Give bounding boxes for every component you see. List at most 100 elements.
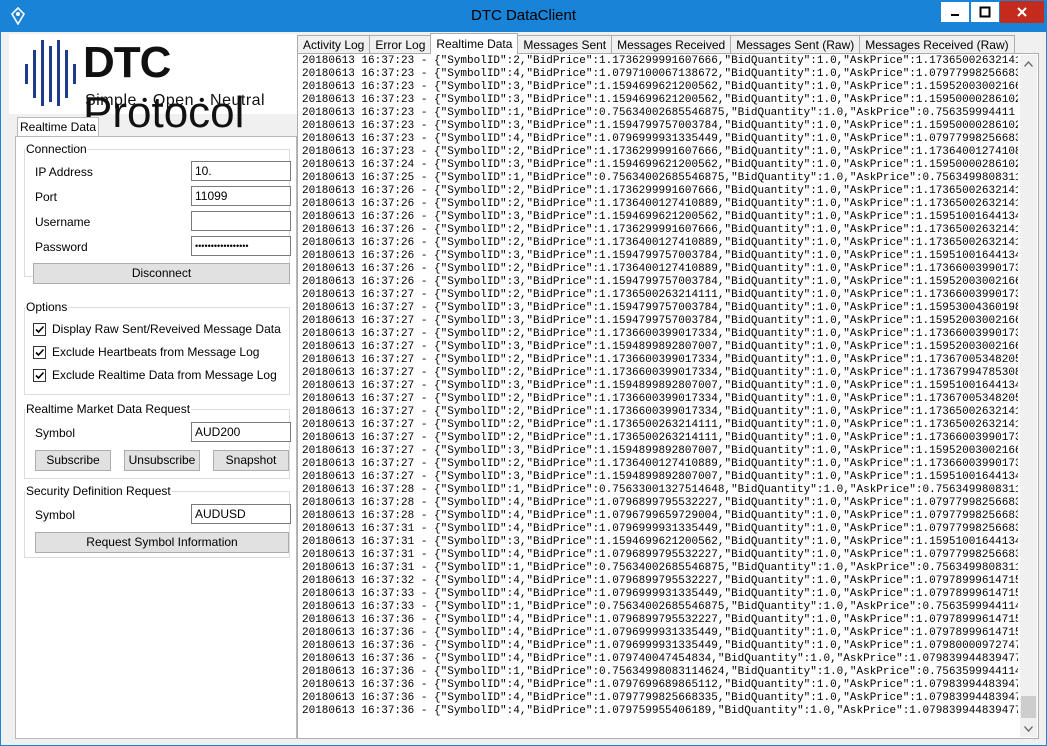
scroll-down-icon[interactable] bbox=[1020, 720, 1037, 737]
log-line: 20180613 16:37:27 - {"SymbolID":2,"BidPr… bbox=[302, 354, 1018, 366]
display-raw-checkbox[interactable] bbox=[33, 322, 46, 336]
log-line: 20180613 16:37:27 - {"SymbolID":3,"BidPr… bbox=[302, 445, 1018, 457]
window-title: DTC DataClient bbox=[470, 7, 577, 24]
username-field[interactable] bbox=[191, 211, 291, 231]
log-line: 20180613 16:37:23 - {"SymbolID":3,"BidPr… bbox=[302, 120, 1018, 132]
log-line: 20180613 16:37:36 - {"SymbolID":4,"BidPr… bbox=[302, 627, 1018, 639]
request-symbol-info-button[interactable]: Request Symbol Information bbox=[35, 532, 289, 553]
security-symbol-label: Symbol bbox=[35, 508, 76, 522]
log-line: 20180613 16:37:26 - {"SymbolID":2,"BidPr… bbox=[302, 263, 1018, 275]
log-line: 20180613 16:37:26 - {"SymbolID":2,"BidPr… bbox=[302, 237, 1018, 249]
log-line: 20180613 16:37:27 - {"SymbolID":2,"BidPr… bbox=[302, 289, 1018, 301]
tab-messages-sent-raw[interactable]: Messages Sent (Raw) bbox=[730, 35, 861, 54]
security-symbol-field[interactable]: AUDUSD bbox=[191, 504, 291, 524]
logo-title: DTC Protocol bbox=[83, 38, 297, 138]
tab-realtime-data-left[interactable]: Realtime Data bbox=[17, 117, 99, 137]
close-button[interactable] bbox=[1000, 1, 1044, 23]
log-line: 20180613 16:37:36 - {"SymbolID":4,"BidPr… bbox=[302, 614, 1018, 626]
tab-activity-log[interactable]: Activity Log bbox=[297, 35, 371, 54]
log-line: 20180613 16:37:27 - {"SymbolID":2,"BidPr… bbox=[302, 432, 1018, 444]
title-bar[interactable]: DTC DataClient bbox=[1, 1, 1046, 32]
log-line: 20180613 16:37:23 - {"SymbolID":3,"BidPr… bbox=[302, 94, 1018, 106]
log-line: 20180613 16:37:26 - {"SymbolID":2,"BidPr… bbox=[302, 198, 1018, 210]
log-line: 20180613 16:37:26 - {"SymbolID":3,"BidPr… bbox=[302, 211, 1018, 223]
realtime-data-panel: 20180613 16:37:23 - {"SymbolID":2,"BidPr… bbox=[297, 53, 1039, 739]
tab-error-log[interactable]: Error Log bbox=[369, 35, 432, 54]
security-def-group-title: Security Definition Request bbox=[25, 484, 172, 498]
exclude-heartbeats-checkbox[interactable] bbox=[33, 345, 46, 359]
checkmark-icon bbox=[35, 348, 45, 356]
subscribe-button[interactable]: Subscribe bbox=[35, 450, 111, 471]
log-line: 20180613 16:37:36 - {"SymbolID":4,"BidPr… bbox=[302, 640, 1018, 652]
log-line: 20180613 16:37:28 - {"SymbolID":4,"BidPr… bbox=[302, 510, 1018, 522]
market-symbol-label: Symbol bbox=[35, 426, 76, 440]
options-group: Options Display Raw Sent/Reveived Messag… bbox=[24, 300, 290, 395]
minimize-icon bbox=[951, 14, 959, 16]
username-label: Username bbox=[35, 215, 91, 229]
log-line: 20180613 16:37:26 - {"SymbolID":2,"BidPr… bbox=[302, 185, 1018, 197]
connection-group: Connection IP Address 10. Port 11099 Use… bbox=[24, 142, 291, 284]
maximize-button[interactable] bbox=[970, 1, 1000, 23]
scroll-up-icon[interactable] bbox=[1020, 55, 1037, 72]
exclude-realtime-checkbox[interactable] bbox=[33, 368, 46, 382]
port-field[interactable]: 11099 bbox=[191, 186, 291, 206]
dtc-logo: DTC Protocol Simple • Open • Neutral bbox=[9, 34, 297, 137]
logo-title-bold: DTC bbox=[83, 38, 171, 87]
tab-realtime-data[interactable]: Realtime Data bbox=[430, 33, 519, 54]
market-symbol-field[interactable]: AUD200 bbox=[191, 422, 291, 442]
log-line: 20180613 16:37:26 - {"SymbolID":3,"BidPr… bbox=[302, 250, 1018, 262]
password-field[interactable]: ••••••••••••••••• bbox=[191, 236, 291, 256]
left-tab-page: Connection IP Address 10. Port 11099 Use… bbox=[15, 136, 297, 739]
option-exclude-realtime[interactable]: Exclude Realtime Data from Message Log bbox=[33, 368, 277, 382]
tab-messages-received-raw[interactable]: Messages Received (Raw) bbox=[859, 35, 1015, 54]
log-line: 20180613 16:37:24 - {"SymbolID":3,"BidPr… bbox=[302, 159, 1018, 171]
log-line: 20180613 16:37:36 - {"SymbolID":1,"BidPr… bbox=[302, 666, 1018, 678]
log-line: 20180613 16:37:23 - {"SymbolID":3,"BidPr… bbox=[302, 81, 1018, 93]
snapshot-button[interactable]: Snapshot bbox=[213, 450, 289, 471]
log-line: 20180613 16:37:36 - {"SymbolID":4,"BidPr… bbox=[302, 653, 1018, 665]
password-label: Password bbox=[35, 240, 88, 254]
realtime-data-log[interactable]: 20180613 16:37:23 - {"SymbolID":2,"BidPr… bbox=[302, 55, 1018, 735]
unsubscribe-button[interactable]: Unsubscribe bbox=[124, 450, 200, 471]
log-line: 20180613 16:37:31 - {"SymbolID":4,"BidPr… bbox=[302, 523, 1018, 535]
log-line: 20180613 16:37:33 - {"SymbolID":1,"BidPr… bbox=[302, 601, 1018, 613]
log-line: 20180613 16:37:27 - {"SymbolID":2,"BidPr… bbox=[302, 367, 1018, 379]
window-controls bbox=[940, 1, 1044, 25]
market-data-group-title: Realtime Market Data Request bbox=[25, 402, 192, 416]
tab-messages-sent[interactable]: Messages Sent bbox=[517, 35, 613, 54]
log-line: 20180613 16:37:28 - {"SymbolID":4,"BidPr… bbox=[302, 497, 1018, 509]
options-group-title: Options bbox=[25, 300, 69, 314]
option-exclude-heartbeats[interactable]: Exclude Heartbeats from Message Log bbox=[33, 345, 259, 359]
maximize-icon bbox=[979, 6, 991, 18]
log-line: 20180613 16:37:23 - {"SymbolID":4,"BidPr… bbox=[302, 133, 1018, 145]
market-data-group: Realtime Market Data Request Symbol AUD2… bbox=[24, 402, 291, 479]
log-line: 20180613 16:37:26 - {"SymbolID":3,"BidPr… bbox=[302, 276, 1018, 288]
disconnect-button[interactable]: Disconnect bbox=[33, 263, 290, 284]
port-label: Port bbox=[35, 190, 58, 204]
log-line: 20180613 16:37:23 - {"SymbolID":2,"BidPr… bbox=[302, 146, 1018, 158]
connection-group-title: Connection bbox=[25, 142, 88, 156]
option-display-raw[interactable]: Display Raw Sent/Reveived Message Data bbox=[33, 322, 281, 336]
scrollbar-thumb[interactable] bbox=[1021, 696, 1036, 718]
log-line: 20180613 16:37:23 - {"SymbolID":4,"BidPr… bbox=[302, 68, 1018, 80]
log-line: 20180613 16:37:26 - {"SymbolID":2,"BidPr… bbox=[302, 224, 1018, 236]
vertical-scrollbar[interactable] bbox=[1020, 55, 1037, 737]
log-line: 20180613 16:37:27 - {"SymbolID":2,"BidPr… bbox=[302, 393, 1018, 405]
log-line: 20180613 16:37:27 - {"SymbolID":3,"BidPr… bbox=[302, 341, 1018, 353]
log-line: 20180613 16:37:31 - {"SymbolID":1,"BidPr… bbox=[302, 562, 1018, 574]
tab-messages-received[interactable]: Messages Received bbox=[611, 35, 732, 54]
left-panel: DTC Protocol Simple • Open • Neutral Rea… bbox=[9, 34, 297, 739]
close-icon bbox=[1017, 7, 1027, 17]
log-line: 20180613 16:37:36 - {"SymbolID":4,"BidPr… bbox=[302, 705, 1018, 717]
log-line: 20180613 16:37:28 - {"SymbolID":1,"BidPr… bbox=[302, 484, 1018, 496]
log-line: 20180613 16:37:31 - {"SymbolID":4,"BidPr… bbox=[302, 549, 1018, 561]
checkmark-icon bbox=[35, 371, 45, 379]
log-line: 20180613 16:37:32 - {"SymbolID":4,"BidPr… bbox=[302, 575, 1018, 587]
exclude-heartbeats-label: Exclude Heartbeats from Message Log bbox=[52, 345, 260, 359]
minimize-button[interactable] bbox=[940, 1, 970, 23]
app-window: DTC DataClient DTC Protocol Simple • Ope… bbox=[0, 0, 1047, 746]
dtc-logo-mark-icon bbox=[25, 40, 76, 106]
log-line: 20180613 16:37:36 - {"SymbolID":4,"BidPr… bbox=[302, 679, 1018, 691]
ip-address-field[interactable]: 10. bbox=[191, 161, 291, 181]
log-line: 20180613 16:37:25 - {"SymbolID":1,"BidPr… bbox=[302, 172, 1018, 184]
